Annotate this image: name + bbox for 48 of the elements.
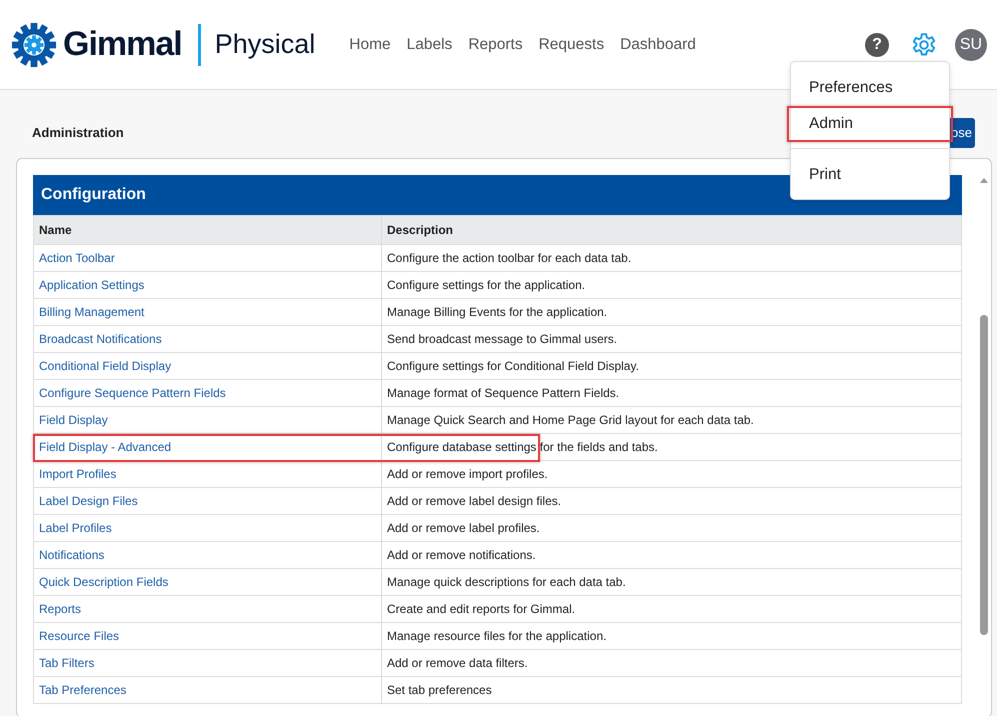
description-text: Configure database settings for the fields and tabs. <box>387 440 658 454</box>
description-text: Add or remove import profiles. <box>387 467 548 481</box>
config-link[interactable]: Configure Sequence Pattern Fields <box>39 386 226 400</box>
config-link[interactable]: Tab Filters <box>39 656 94 670</box>
config-link[interactable]: Quick Description Fields <box>39 575 168 589</box>
description-text: Add or remove label design files. <box>387 494 562 508</box>
description-text: Set tab preferences <box>387 683 492 697</box>
nav-link[interactable]: Home <box>349 36 391 54</box>
column-header: Name <box>34 216 382 244</box>
description-text: Manage quick descriptions for each data tab. <box>387 575 626 589</box>
config-link[interactable]: Notifications <box>39 548 104 562</box>
description-text: Configure settings for the application. <box>387 278 586 292</box>
menu-item[interactable]: Preferences <box>787 70 953 106</box>
menu-item[interactable]: Admin <box>787 106 953 142</box>
nav-link[interactable]: Labels <box>406 36 452 54</box>
config-link[interactable]: Label Design Files <box>39 494 138 508</box>
config-link[interactable]: Resource Files <box>39 629 120 643</box>
brand-name: Gimmal <box>63 25 182 64</box>
description-text: Configure the action toolbar for each data tab. <box>387 251 632 265</box>
config-link[interactable]: Application Settings <box>39 278 144 292</box>
config-link[interactable]: Field Display - Advanced <box>39 440 172 454</box>
description-text: Create and edit reports for Gimmal. <box>387 602 576 616</box>
user-avatar[interactable]: SU <box>955 28 987 60</box>
config-link[interactable]: Import Profiles <box>39 467 116 481</box>
page-title: Administration <box>32 124 124 140</box>
nav-link[interactable]: Dashboard <box>620 36 696 54</box>
description-text: Add or remove notifications. <box>387 548 536 562</box>
config-link[interactable]: Label Profiles <box>39 521 112 535</box>
description-text: Manage Billing Events for the application. <box>387 305 608 319</box>
config-link[interactable]: Tab Preferences <box>39 683 126 697</box>
description-text: Add or remove label profiles. <box>387 521 540 535</box>
description-text: Manage Quick Search and Home Page Grid layout for each data tab. <box>387 413 754 427</box>
column-header: Description <box>382 216 962 244</box>
description-text: Configure settings for Conditional Field Display. <box>387 359 639 373</box>
config-link[interactable]: Billing Management <box>39 305 144 319</box>
description-text: Add or remove data filters. <box>387 656 528 670</box>
config-link[interactable]: Broadcast Notifications <box>39 332 162 346</box>
product-name: Physical <box>214 29 316 60</box>
description-text: Manage format of Sequence Pattern Fields. <box>387 386 620 400</box>
description-text: Manage resource files for the application. <box>387 629 606 643</box>
config-link[interactable]: Reports <box>39 602 82 616</box>
help-button[interactable]: ? <box>865 32 889 56</box>
config-link[interactable]: Field Display <box>39 413 108 427</box>
config-link[interactable]: Conditional Field Display <box>39 359 172 373</box>
config-link[interactable]: Action Toolbar <box>39 251 115 265</box>
nav-link[interactable]: Requests <box>538 36 604 54</box>
description-text: Send broadcast message to Gimmal users. <box>387 332 618 346</box>
nav-link[interactable]: Reports <box>468 36 523 54</box>
